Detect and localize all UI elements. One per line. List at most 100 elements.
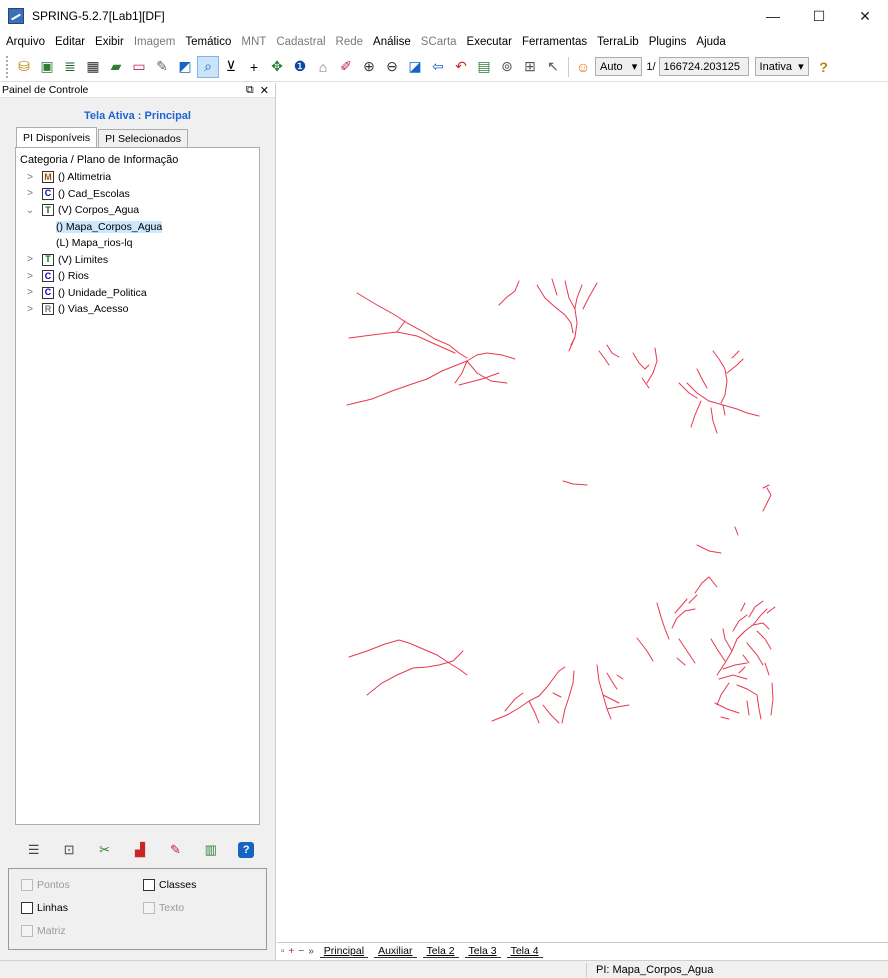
grid-icon[interactable]: ▦ [82, 56, 104, 78]
option-pontos[interactable]: Pontos [21, 879, 70, 891]
toolbar: ⛁ ▣ ≣ ▦ ▰ ▭ ✎ ◩ ⌕ ⊻ + ✥ ❶ ⌂ ✐ ⊕ ⊖ ◪ ⇦ ↶ … [0, 52, 888, 82]
table-view-icon[interactable]: ⊡ [61, 842, 77, 858]
tree-category[interactable]: > M () Altimetria [16, 169, 259, 186]
chevron-down-icon[interactable]: ⌄ [24, 205, 36, 216]
option-classes[interactable]: Classes [143, 879, 196, 891]
menu-mnt[interactable]: MNT [241, 36, 266, 48]
pontos-checkbox[interactable] [21, 879, 33, 891]
screen-tab[interactable]: Auxiliar [374, 945, 417, 958]
help-icon[interactable]: ? [813, 56, 835, 78]
tab-pi-selecionados[interactable]: PI Selecionados [98, 129, 189, 147]
menu-ferramentas[interactable]: Ferramentas [522, 36, 587, 48]
cursor-plus-icon[interactable]: ↖ [542, 56, 564, 78]
tree-plan-item[interactable]: (L) Mapa_rios-lq [16, 235, 259, 252]
zoom-area-icon[interactable]: ◪ [404, 56, 426, 78]
menu-rede[interactable]: Rede [336, 36, 364, 48]
matriz-checkbox[interactable] [21, 925, 33, 937]
tab-first-icon[interactable]: ▫ [281, 946, 285, 957]
select-icon[interactable]: ⊻ [220, 56, 242, 78]
tree-plan-item[interactable]: () Mapa_Corpos_Agua [16, 219, 259, 236]
tree-category[interactable]: ⌄ T (V) Corpos_Agua [16, 202, 259, 219]
tab-pi-disponiveis[interactable]: PI Disponíveis [16, 127, 98, 147]
menu-analise[interactable]: Análise [373, 36, 411, 48]
close-panel-icon[interactable]: ✕ [260, 84, 269, 97]
tab-next-icon[interactable]: » [308, 946, 314, 957]
menu-editar[interactable]: Editar [55, 36, 85, 48]
map-canvas[interactable] [277, 83, 888, 941]
zoom-mode-value: Auto [600, 60, 623, 73]
chevron-right-icon[interactable]: > [24, 271, 36, 282]
tab-add-icon[interactable]: + [289, 946, 295, 957]
palette-icon[interactable]: ☺ [572, 56, 594, 78]
river-line [564, 280, 578, 346]
tree-category[interactable]: > R () Vias_Acesso [16, 301, 259, 318]
undo-icon[interactable]: ↶ [450, 56, 472, 78]
help-icon[interactable]: ? [238, 842, 255, 858]
layers-icon[interactable]: ≣ [59, 56, 81, 78]
edit-tool-icon[interactable]: ✎ [151, 56, 173, 78]
window-icon[interactable]: ▭ [128, 56, 150, 78]
draw-icon[interactable]: ◩ [174, 56, 196, 78]
tree-category[interactable]: > C () Cad_Escolas [16, 186, 259, 203]
menu-ajuda[interactable]: Ajuda [696, 36, 725, 48]
scale-input[interactable]: 166724.203125 [658, 57, 749, 76]
texto-checkbox[interactable] [143, 902, 155, 914]
table-icon[interactable]: ⊞ [519, 56, 541, 78]
menu-cadastral[interactable]: Cadastral [276, 36, 325, 48]
cursor-cross-icon[interactable]: + [243, 56, 265, 78]
menu-executar[interactable]: Executar [467, 36, 512, 48]
chart-icon[interactable]: ▟ [132, 842, 148, 858]
chevron-right-icon[interactable]: > [24, 254, 36, 265]
status-select[interactable]: Inativa ▾ [754, 57, 809, 76]
screen-tab[interactable]: Tela 4 [506, 945, 543, 958]
menu-scarta[interactable]: SCarta [421, 36, 457, 48]
database-icon[interactable]: ⛁ [13, 56, 35, 78]
polygon-icon[interactable]: ▰ [105, 56, 127, 78]
display-icon[interactable]: ▤ [473, 56, 495, 78]
chevron-right-icon[interactable]: > [24, 188, 36, 199]
option-texto[interactable]: Texto [143, 902, 184, 914]
zoom-in-icon[interactable]: ⊕ [358, 56, 380, 78]
chevron-right-icon[interactable]: > [24, 287, 36, 298]
screen-tab[interactable]: Tela 2 [422, 945, 459, 958]
option-matriz[interactable]: Matriz [21, 925, 66, 937]
tool-pin-icon[interactable]: ⌂ [312, 56, 334, 78]
chevron-right-icon[interactable]: > [24, 304, 36, 315]
classes-checkbox[interactable] [143, 879, 155, 891]
minimize-button[interactable]: — [750, 0, 796, 32]
toolbar-grip[interactable] [6, 55, 9, 78]
project-icon[interactable]: ▣ [36, 56, 58, 78]
option-linhas[interactable]: Linhas [21, 902, 68, 914]
list-icon[interactable]: ☰ [26, 842, 42, 858]
zoom-level-icon[interactable]: ⊚ [496, 56, 518, 78]
zoom-out-icon[interactable]: ⊖ [381, 56, 403, 78]
pencil-icon[interactable]: ✐ [335, 56, 357, 78]
menu-imagem[interactable]: Imagem [134, 36, 176, 48]
maximize-button[interactable]: ☐ [796, 0, 842, 32]
menu-exibir[interactable]: Exibir [95, 36, 124, 48]
menu-plugins[interactable]: Plugins [649, 36, 687, 48]
pan-icon[interactable]: ✥ [266, 56, 288, 78]
category-type-icon: R [42, 303, 54, 316]
pen-icon[interactable]: ✎ [167, 842, 183, 858]
pointer-zoom-icon[interactable]: ⌕ [197, 55, 219, 78]
tree-category[interactable]: > T (V) Limites [16, 252, 259, 269]
float-panel-icon[interactable]: ⧉ [246, 84, 254, 97]
tree-category[interactable]: > C () Unidade_Politica [16, 285, 259, 302]
screen-tab[interactable]: Principal [319, 945, 369, 958]
menu-arquivo[interactable]: Arquivo [6, 36, 45, 48]
tree-category[interactable]: > C () Rios [16, 268, 259, 285]
back-icon[interactable]: ⇦ [427, 56, 449, 78]
close-button[interactable]: ✕ [842, 0, 888, 32]
tools-icon[interactable]: ✂ [97, 842, 113, 858]
linhas-checkbox[interactable] [21, 902, 33, 914]
menu-tematico[interactable]: Temático [185, 36, 231, 48]
river-line [756, 694, 762, 720]
chevron-right-icon[interactable]: > [24, 172, 36, 183]
screen-tab[interactable]: Tela 3 [464, 945, 501, 958]
tab-remove-icon[interactable]: − [298, 946, 304, 957]
zoom-mode-select[interactable]: Auto ▾ [595, 57, 643, 76]
info-icon[interactable]: ❶ [289, 56, 311, 78]
menu-terralib[interactable]: TerraLib [597, 36, 639, 48]
legend-icon[interactable]: ▥ [203, 842, 219, 858]
